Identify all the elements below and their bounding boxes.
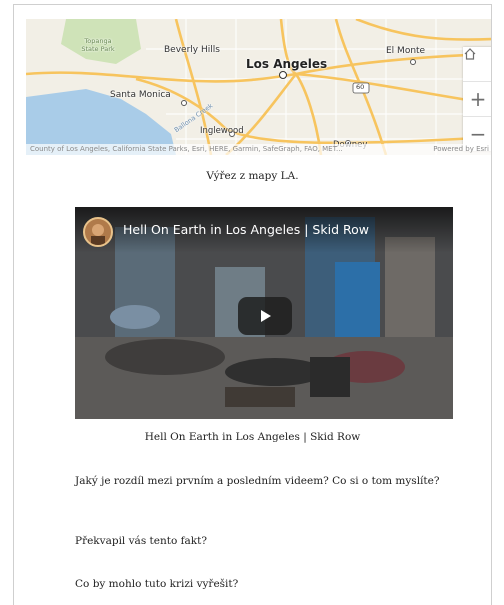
video-title[interactable]: Hell On Earth in Los Angeles | Skid Row — [123, 222, 369, 237]
youtube-video-embed[interactable]: Hell On Earth in Los Angeles | Skid Row — [75, 207, 453, 419]
content-frame: Topanga State Park Beverly Hills Los Ang… — [13, 4, 492, 605]
map-label-inglewood: Inglewood — [200, 126, 244, 136]
map-label-santa-monica: Santa Monica — [110, 90, 171, 100]
map-view[interactable]: Topanga State Park Beverly Hills Los Ang… — [26, 19, 491, 155]
map-label-el-monte: El Monte — [386, 46, 426, 56]
map-label-beverly-hills: Beverly Hills — [164, 45, 220, 55]
map-zoom-in-button[interactable]: + — [463, 82, 491, 117]
map-caption: Výřez z mapy LA. — [206, 170, 299, 182]
question-1: Jaký je rozdíl mezi prvním a posledním v… — [75, 475, 440, 487]
video-caption: Hell On Earth in Los Angeles | Skid Row — [144, 431, 361, 443]
map-highway-shield: 60 — [356, 83, 365, 91]
map-label-topanga: Topanga State Park — [81, 37, 115, 53]
map-attribution[interactable]: County of Los Angeles, California State … — [26, 144, 491, 155]
play-button[interactable] — [238, 297, 292, 335]
powered-by-esri-link[interactable]: Powered by Esri — [433, 144, 489, 155]
home-icon — [464, 48, 476, 60]
map-controls: + − — [463, 47, 491, 151]
avatar-face-icon — [91, 224, 105, 245]
play-icon — [261, 310, 271, 322]
question-3: Co by mohlo tuto krizi vyřešit? — [75, 578, 239, 590]
map-home-button[interactable] — [463, 47, 491, 82]
question-2: Překvapil vás tento fakt? — [75, 535, 207, 547]
map-label-los-angeles: Los Angeles — [246, 57, 328, 71]
channel-avatar[interactable] — [83, 217, 113, 247]
map-attribution-text: County of Los Angeles, California State … — [30, 145, 343, 153]
